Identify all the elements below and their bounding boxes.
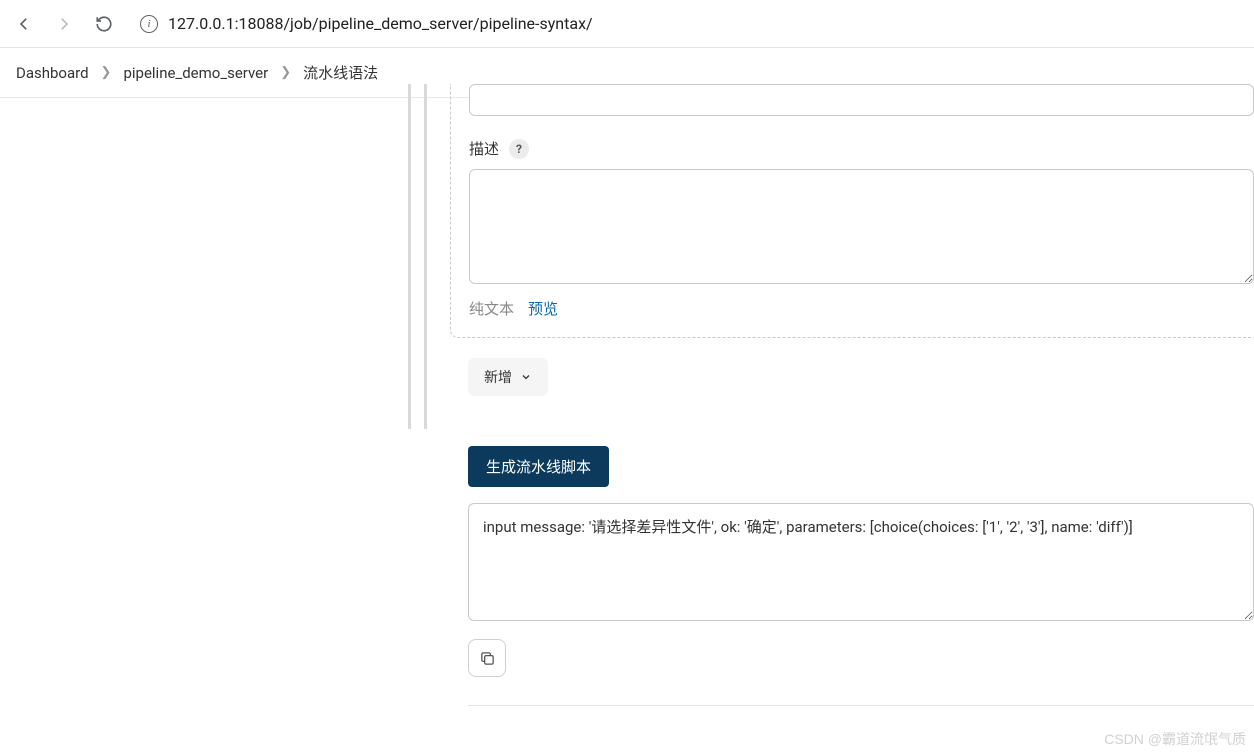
description-label: 描述 <box>469 138 499 159</box>
forward-button[interactable] <box>48 8 80 40</box>
add-button[interactable]: 新增 <box>468 358 548 396</box>
address-bar[interactable]: i 127.0.0.1:18088/job/pipeline_demo_serv… <box>128 7 1246 41</box>
watermark: CSDN @霸道流氓气质 <box>1104 729 1246 749</box>
back-button[interactable] <box>8 8 40 40</box>
reload-button[interactable] <box>88 8 120 40</box>
generate-pipeline-script-button[interactable]: 生成流水线脚本 <box>468 446 609 487</box>
site-info-icon[interactable]: i <box>140 15 158 33</box>
description-textarea[interactable] <box>469 169 1254 284</box>
section-divider <box>468 705 1254 706</box>
chevron-right-icon: ❯ <box>101 65 112 80</box>
breadcrumb-dashboard[interactable]: Dashboard <box>10 60 95 86</box>
plain-text-mode[interactable]: 纯文本 <box>469 298 514 319</box>
pipeline-script-output[interactable]: input message: '请选择差异性文件', ok: '确定', par… <box>468 503 1254 621</box>
browser-toolbar: i 127.0.0.1:18088/job/pipeline_demo_serv… <box>0 0 1254 48</box>
chevron-right-icon: ❯ <box>280 65 291 80</box>
main-content: 描述 ? 纯文本 预览 新增 生成流水线脚本 input message: '请… <box>0 84 1254 706</box>
copy-icon <box>479 650 496 667</box>
guide-line <box>424 84 427 429</box>
preview-mode[interactable]: 预览 <box>528 298 558 319</box>
url-text: 127.0.0.1:18088/job/pipeline_demo_server… <box>168 14 593 33</box>
copy-button[interactable] <box>468 639 506 677</box>
breadcrumb-current[interactable]: 流水线语法 <box>297 58 384 87</box>
chevron-down-icon <box>520 371 532 383</box>
breadcrumb-job[interactable]: pipeline_demo_server <box>117 60 274 86</box>
top-text-input[interactable] <box>469 84 1254 116</box>
guide-line <box>408 84 411 429</box>
add-button-label: 新增 <box>484 367 512 387</box>
help-icon[interactable]: ? <box>509 139 529 159</box>
text-mode-switch: 纯文本 预览 <box>469 298 1254 319</box>
